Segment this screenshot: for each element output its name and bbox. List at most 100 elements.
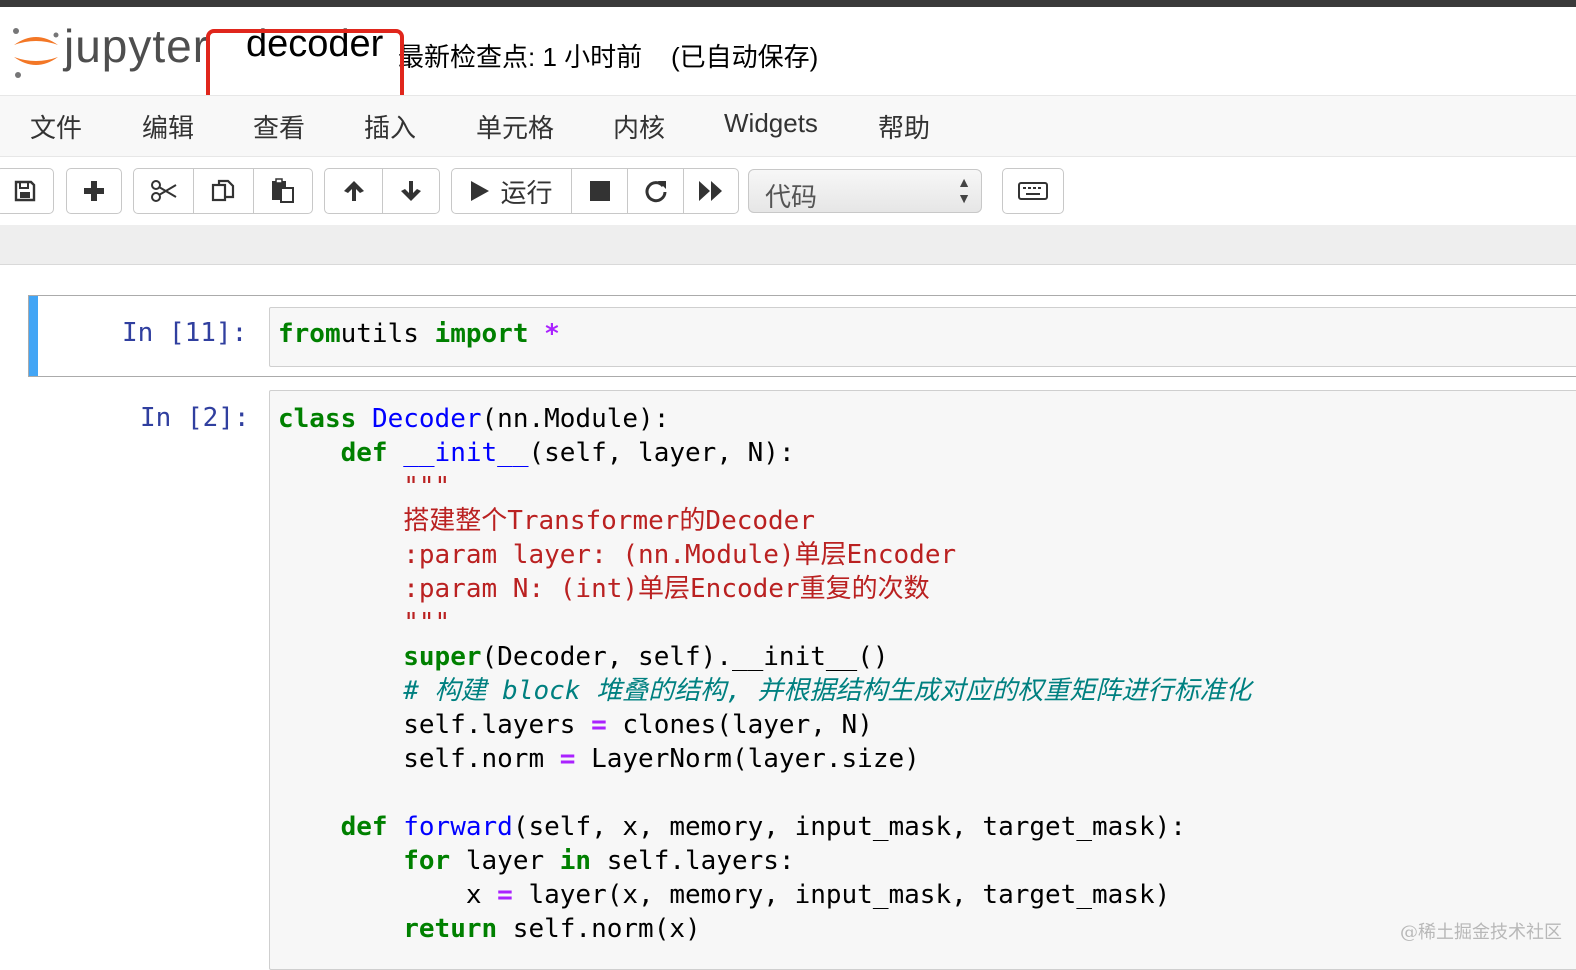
code-token: # 构建 block 堆叠的结构, 并根据结构生成对应的权重矩阵进行标准化 — [278, 676, 1252, 706]
code-token: def — [340, 812, 388, 842]
insert-cell-button[interactable] — [67, 169, 121, 213]
cell-prompt: In [11]: — [122, 318, 248, 348]
selected-cell-indicator — [29, 296, 38, 376]
code-token: layer(x, memory, input_mask, target_mask… — [512, 880, 1171, 910]
code-token: return — [403, 914, 498, 944]
code-line: self.norm = LayerNorm(layer.size) — [278, 742, 1251, 776]
code-token: 搭建整个Transformer的Decoder — [278, 506, 815, 536]
copy-button[interactable] — [194, 169, 254, 213]
command-palette-button[interactable] — [1002, 168, 1064, 214]
menu-view[interactable]: 查看 — [253, 108, 305, 145]
code-token: LayerNorm(layer.size) — [575, 744, 920, 774]
restart-button[interactable] — [628, 169, 684, 213]
code-token: :param layer: (nn.Module)单层Encoder — [278, 540, 957, 570]
code-token: self.layers — [278, 710, 592, 740]
code-line: :param layer: (nn.Module)单层Encoder — [278, 538, 1251, 572]
code-line: 搭建整个Transformer的Decoder — [278, 504, 1251, 538]
code-line: """ — [278, 606, 1251, 640]
edit-group — [133, 168, 313, 214]
notebook-container: In [11]: fromutils import * In [2]: clas… — [0, 265, 1576, 970]
cut-button[interactable] — [134, 169, 194, 213]
run-label: 运行 — [500, 177, 553, 208]
jupyter-logo-icon[interactable] — [6, 21, 66, 81]
code-line: super(Decoder, self).__init__() — [278, 640, 1251, 674]
code-token: self.layers: — [591, 846, 795, 876]
fast-forward-icon — [699, 181, 722, 201]
code-token: super — [403, 642, 482, 672]
code-token: layer — [450, 846, 560, 876]
code-token: def — [340, 438, 388, 468]
code-token: x — [278, 880, 498, 910]
code-token: self.norm(x) — [497, 914, 701, 944]
menu-help[interactable]: 帮助 — [878, 108, 930, 145]
save-group — [0, 168, 54, 214]
code-token: (Decoder, self).__init__() — [481, 642, 889, 672]
play-icon — [471, 181, 490, 201]
menu-cell[interactable]: 单元格 — [476, 108, 554, 145]
menu-widgets[interactable]: Widgets — [724, 108, 818, 139]
plus-icon — [84, 181, 104, 201]
save-icon — [14, 180, 36, 202]
code-line: def forward(self, x, memory, input_mask,… — [278, 810, 1251, 844]
menu-edit[interactable]: 编辑 — [142, 108, 194, 145]
paste-button[interactable] — [254, 169, 312, 213]
code-line: """ — [278, 470, 1251, 504]
interrupt-button[interactable] — [572, 169, 628, 213]
cell-type-value: 代码 — [765, 182, 818, 212]
cell-prompt: In [2]: — [140, 403, 250, 433]
code-line: x = layer(x, memory, input_mask, target_… — [278, 878, 1251, 912]
notebook-header: jupyter decoder 最新检查点: 1 小时前 (已自动保存) — [0, 7, 1576, 113]
code-token: """ — [278, 608, 451, 638]
code-line: self.layers = clones(layer, N) — [278, 708, 1251, 742]
move-down-button[interactable] — [383, 169, 439, 213]
arrow-up-icon — [343, 181, 364, 201]
cut-icon — [150, 180, 177, 202]
menu-kernel[interactable]: 内核 — [613, 108, 665, 145]
header-separator — [0, 225, 1576, 265]
code-token: from — [278, 319, 341, 349]
code-block: fromutils import * — [278, 317, 560, 351]
insert-group — [66, 168, 122, 214]
copy-icon — [211, 179, 234, 202]
paste-icon — [272, 178, 294, 203]
code-token: = — [559, 744, 576, 774]
code-block: class Decoder(nn.Module): def __init__(s… — [278, 402, 1251, 946]
window-top-border — [0, 0, 1576, 7]
arrow-down-icon — [401, 181, 421, 201]
code-token: for — [403, 846, 451, 876]
checkpoint-status: 最新检查点: 1 小时前 (已自动保存) — [398, 42, 819, 72]
run-all-button[interactable] — [684, 169, 738, 213]
code-token: = — [591, 710, 607, 740]
cell-type-select[interactable]: 代码 ▲ ▼ — [748, 169, 982, 213]
save-button[interactable] — [0, 169, 53, 213]
code-token: (self, layer, N): — [528, 438, 795, 468]
code-token: = — [497, 880, 513, 910]
run-button[interactable]: 运行 — [452, 169, 572, 213]
code-token: """ — [278, 472, 451, 502]
jupyter-wordmark[interactable]: jupyter — [64, 19, 209, 73]
code-token: (nn.Module): — [481, 404, 670, 434]
code-token: Decoder — [371, 404, 482, 434]
toolbar: 运行 代码 ▲ ▼ — [0, 157, 1576, 225]
code-token: class — [278, 404, 357, 434]
restart-icon — [645, 181, 666, 203]
code-line: # 构建 block 堆叠的结构, 并根据结构生成对应的权重矩阵进行标准化 — [278, 674, 1251, 708]
code-token: clones(layer, N) — [606, 710, 873, 740]
code-token: :param N: (int)单层Encoder重复的次数 — [278, 574, 930, 604]
move-up-button[interactable] — [325, 169, 383, 213]
code-line: class Decoder(nn.Module): — [278, 402, 1251, 436]
run-group: 运行 — [451, 168, 739, 214]
menu-file[interactable]: 文件 — [30, 108, 82, 145]
menu-bar: 文件 编辑 查看 插入 单元格 内核 Widgets 帮助 — [0, 95, 1576, 157]
code-line: :param N: (int)单层Encoder重复的次数 — [278, 572, 1251, 606]
code-token: in — [559, 846, 592, 876]
code-token: forward — [403, 812, 513, 842]
menu-insert[interactable]: 插入 — [364, 108, 416, 145]
